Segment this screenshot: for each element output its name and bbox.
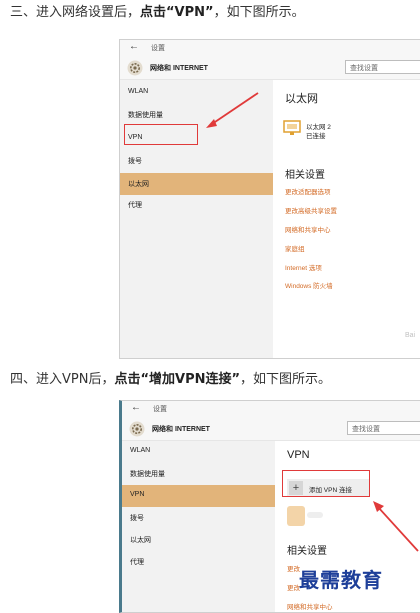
step-3-caption: 三、进入网络设置后，点击“VPN”，如下图所示。 bbox=[10, 4, 305, 22]
red-arrow-icon bbox=[206, 92, 259, 128]
step-3-suffix: ，如下图所示。 bbox=[213, 5, 305, 20]
step-4-bold: 点击“增加VPN连接” bbox=[114, 372, 241, 387]
step-4-caption: 四、进入VPN后，点击“增加VPN连接”，如下图所示。 bbox=[10, 371, 331, 389]
step-4-prefix: 四、进入VPN后， bbox=[10, 372, 115, 387]
step-4-suffix: ，如下图所示。 bbox=[240, 372, 332, 387]
site-watermark: 最需教育 bbox=[299, 568, 383, 592]
settings-screenshot-ethernet: ← 设置 网络和 INTERNET 查找设置 WLAN 数据使用量 VPN 拨号… bbox=[119, 39, 420, 359]
step-3-prefix: 三、进入网络设置后， bbox=[10, 5, 141, 20]
step-3-bold: 点击“VPN” bbox=[140, 5, 214, 20]
